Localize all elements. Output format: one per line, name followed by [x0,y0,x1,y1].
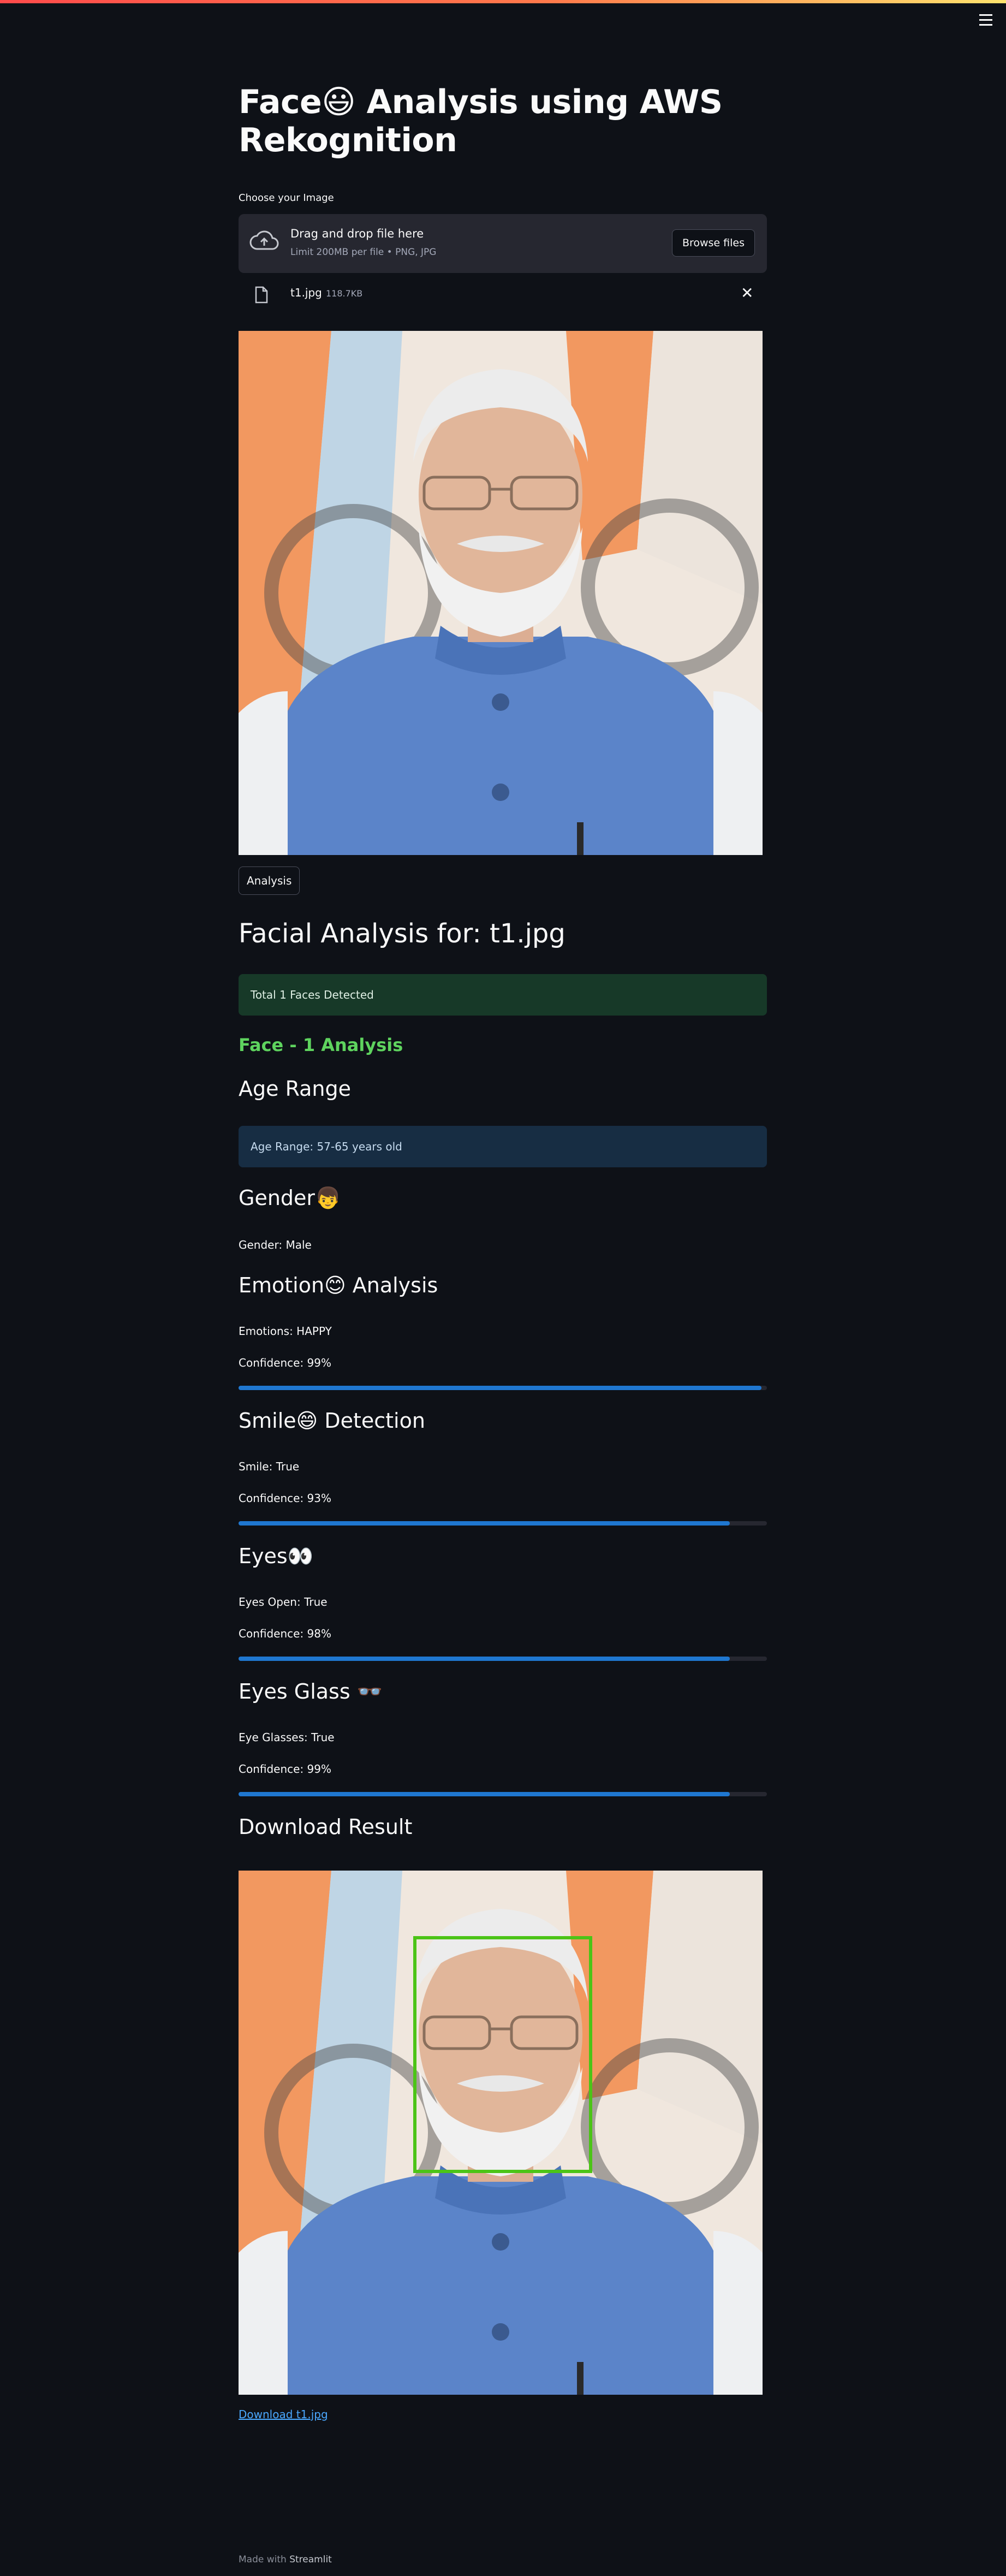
smile-confidence-bar [239,1521,767,1526]
age-range-heading: Age Range [239,1077,352,1101]
eyes-confidence-fill [239,1657,730,1661]
eyes-heading: Eyes👀 [239,1544,313,1568]
download-result-heading: Download Result [239,1815,413,1839]
download-link[interactable]: Download t1.jpg [239,2408,328,2421]
eyes-confidence: Confidence: 98% [239,1627,331,1640]
uploaded-file-name: t1.jpg [290,286,322,299]
eyes-confidence-bar [239,1657,767,1661]
uploader-label: Choose your Image [239,192,334,204]
footer: Made with Streamlit [239,2554,332,2565]
face-analysis-heading: Face - 1 Analysis [239,1035,403,1055]
smile-confidence: Confidence: 93% [239,1492,331,1505]
emotion-value: Emotions: HAPPY [239,1325,332,1338]
emotion-confidence-fill [239,1386,762,1390]
drag-drop-text: Drag and drop file here [290,227,424,240]
header-decoration-stripe [0,0,1006,3]
hamburger-menu-icon[interactable] [977,11,995,28]
emotion-confidence-bar [239,1386,767,1390]
eyes-value: Eyes Open: True [239,1595,328,1608]
streamlit-link[interactable]: Streamlit [289,2554,332,2565]
glasses-value: Eye Glasses: True [239,1731,335,1744]
uploaded-file-row: t1.jpg 118.7KB ✕ [239,278,767,311]
result-image [239,1871,763,2395]
glasses-confidence-fill [239,1792,730,1796]
gender-heading: Gender👦 [239,1186,341,1210]
glasses-confidence: Confidence: 99% [239,1762,331,1776]
smile-value: Smile: True [239,1460,300,1473]
browse-files-button[interactable]: Browse files [671,229,755,257]
cloud-upload-icon [249,230,279,250]
footer-prefix: Made with [239,2554,287,2565]
age-range-alert: Age Range: 57-65 years old [239,1126,767,1167]
emotion-confidence: Confidence: 99% [239,1356,331,1369]
facial-analysis-heading: Facial Analysis for: t1.jpg [239,918,565,949]
close-icon[interactable]: ✕ [741,284,753,302]
upload-limit-text: Limit 200MB per file • PNG, JPG [290,247,437,258]
emotion-heading: Emotion😊 Analysis [239,1273,438,1297]
smile-confidence-fill [239,1521,730,1526]
smile-heading: Smile😄 Detection [239,1409,425,1433]
gender-value: Gender: Male [239,1238,312,1251]
glasses-heading: Eyes Glass 👓 [239,1679,383,1704]
file-dropzone[interactable]: Drag and drop file here Limit 200MB per … [239,214,767,273]
faces-detected-alert: Total 1 Faces Detected [239,974,767,1016]
uploaded-file-size: 118.7KB [326,288,363,299]
glasses-confidence-bar [239,1792,767,1796]
file-icon [255,286,268,304]
uploaded-image [239,331,763,855]
page-title: Face😃 Analysis using AWS Rekognition [239,83,723,159]
analysis-button[interactable]: Analysis [239,866,300,895]
